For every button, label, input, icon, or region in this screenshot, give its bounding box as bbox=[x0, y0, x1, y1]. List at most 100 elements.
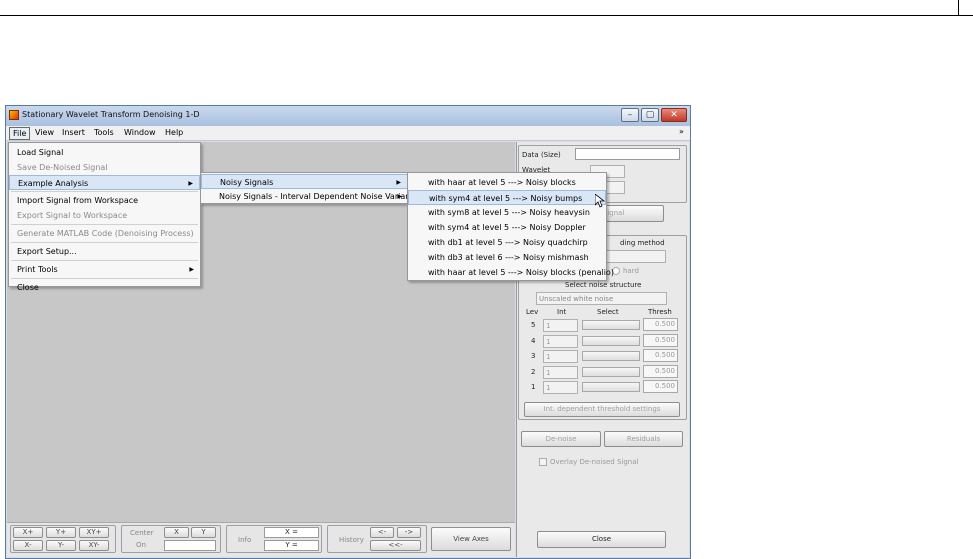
close-window-button[interactable]: ✕ bbox=[661, 108, 687, 122]
on-label: On bbox=[136, 541, 146, 549]
overlay-label: Overlay De-noised Signal bbox=[550, 458, 639, 466]
menu-file[interactable]: File bbox=[9, 127, 31, 140]
data-size-field bbox=[575, 148, 680, 160]
denoise-button[interactable]: De-noise bbox=[521, 431, 601, 447]
menu-insert[interactable]: Insert bbox=[59, 127, 88, 140]
menu-separator bbox=[11, 242, 198, 243]
menu-example-analysis[interactable]: Example Analysis ▶ bbox=[9, 175, 200, 190]
page-corner-rule bbox=[958, 0, 959, 15]
info-x-field: X = bbox=[264, 527, 319, 538]
menu-example-haar-blocks-penalio[interactable]: with haar at level 5 ---> Noisy blocks (… bbox=[408, 265, 614, 280]
menu-separator bbox=[11, 260, 198, 261]
close-button[interactable]: Close bbox=[537, 531, 666, 548]
menu-example-sym4-doppler[interactable]: with sym4 at level 5 ---> Noisy Doppler bbox=[408, 220, 606, 235]
menu-example-analysis-label: Example Analysis bbox=[18, 179, 89, 188]
interval-select[interactable]: 1 bbox=[543, 381, 578, 394]
menu-window[interactable]: Window bbox=[121, 127, 159, 140]
menu-example-db3-mishmash[interactable]: with db3 at level 6 ---> Noisy mishmash bbox=[408, 250, 606, 265]
menu-example-sym4-bumps[interactable]: with sym4 at level 5 ---> Noisy bumps bbox=[408, 190, 606, 205]
history-back-button[interactable]: <- bbox=[370, 527, 394, 538]
menu-close[interactable]: Close bbox=[9, 280, 200, 295]
submenu-arrow-icon: ▶ bbox=[189, 266, 194, 273]
menu-tools[interactable]: Tools bbox=[91, 127, 117, 140]
thresholding-method-select[interactable] bbox=[600, 250, 666, 263]
menu-separator bbox=[11, 224, 198, 225]
zoom-xy-minus-button[interactable]: XY- bbox=[79, 540, 109, 551]
thresholding-method-label: ding method bbox=[620, 239, 665, 247]
page-top-rule bbox=[0, 15, 973, 16]
level-number: 5 bbox=[531, 321, 536, 329]
menu-load-signal[interactable]: Load Signal bbox=[9, 145, 200, 160]
menu-import-signal[interactable]: Import Signal from Workspace bbox=[9, 193, 200, 208]
menu-noisy-signals[interactable]: Noisy Signals ▶ bbox=[201, 174, 408, 189]
history-label: History bbox=[339, 536, 364, 544]
residuals-button[interactable]: Residuals bbox=[604, 431, 683, 447]
hard-label: hard bbox=[623, 267, 639, 275]
menu-example-haar-blocks[interactable]: with haar at level 5 ---> Noisy blocks bbox=[408, 175, 606, 190]
zoom-x-minus-button[interactable]: X- bbox=[13, 540, 43, 551]
menu-noisy-signals-interval[interactable]: Noisy Signals - Interval Dependent Noise… bbox=[201, 189, 420, 204]
threshold-slider[interactable] bbox=[582, 367, 640, 377]
interval-select[interactable]: 1 bbox=[543, 335, 578, 348]
threshold-slider[interactable] bbox=[582, 351, 640, 361]
menu-overflow-icon[interactable]: » bbox=[679, 127, 684, 136]
zoom-y-plus-button[interactable]: Y+ bbox=[46, 527, 76, 538]
view-axes-button[interactable]: View Axes bbox=[431, 527, 511, 551]
center-label: Center bbox=[130, 529, 154, 537]
noise-structure-label: Select noise structure bbox=[565, 281, 642, 289]
interval-select[interactable]: 1 bbox=[543, 366, 578, 379]
center-y-button[interactable]: Y bbox=[191, 527, 216, 538]
level-number: 4 bbox=[531, 337, 536, 345]
zoom-x-plus-button[interactable]: X+ bbox=[13, 527, 43, 538]
submenu-arrow-icon: ▶ bbox=[396, 179, 401, 186]
menu-print-tools[interactable]: Print Tools ▶ bbox=[9, 262, 200, 277]
menu-generate-code[interactable]: Generate MATLAB Code (Denoising Process) bbox=[9, 226, 200, 241]
thresh-header: Thresh bbox=[648, 308, 672, 316]
file-menu-dropdown: Load Signal Save De-Noised Signal Exampl… bbox=[8, 142, 201, 292]
history-forward-button[interactable]: -> bbox=[397, 527, 421, 538]
threshold-slider[interactable] bbox=[582, 382, 640, 392]
threshold-value[interactable]: 0.500 bbox=[643, 334, 678, 347]
int-header: Int bbox=[557, 308, 567, 316]
level-number: 2 bbox=[531, 368, 536, 376]
mouse-cursor-icon bbox=[595, 194, 605, 208]
level-number: 1 bbox=[531, 383, 536, 391]
threshold-value[interactable]: 0.500 bbox=[643, 365, 678, 378]
maximize-button[interactable]: ▢ bbox=[641, 108, 659, 122]
menu-noisy-signals-interval-label: Noisy Signals - Interval Dependent Noise… bbox=[219, 192, 420, 201]
zoom-y-minus-button[interactable]: Y- bbox=[46, 540, 76, 551]
menu-view[interactable]: View bbox=[32, 127, 57, 140]
zoom-xy-plus-button[interactable]: XY+ bbox=[79, 527, 109, 538]
menu-example-db1-quadchirp[interactable]: with db1 at level 5 ---> Noisy quadchirp bbox=[408, 235, 606, 250]
lev-header: Lev bbox=[526, 308, 539, 316]
interval-select[interactable]: 1 bbox=[543, 319, 578, 332]
threshold-value[interactable]: 0.500 bbox=[643, 349, 678, 362]
submenu-arrow-icon: ▶ bbox=[188, 180, 193, 187]
overlay-checkbox[interactable] bbox=[539, 458, 547, 466]
menu-separator bbox=[11, 278, 198, 279]
interval-select[interactable]: 1 bbox=[543, 350, 578, 363]
submenu-arrow-icon: ▶ bbox=[397, 193, 402, 200]
center-x-button[interactable]: X bbox=[164, 527, 189, 538]
data-size-label: Data (Size) bbox=[522, 151, 561, 159]
window-title: Stationary Wavelet Transform Denoising 1… bbox=[22, 110, 200, 119]
history-first-button[interactable]: <<- bbox=[370, 540, 421, 551]
menu-export-signal[interactable]: Export Signal to Workspace bbox=[9, 208, 200, 223]
threshold-value[interactable]: 0.500 bbox=[643, 380, 678, 393]
menu-export-setup[interactable]: Export Setup... bbox=[9, 244, 200, 259]
menu-help[interactable]: Help bbox=[162, 127, 186, 140]
info-label: Info bbox=[238, 536, 252, 544]
info-y-field: Y = bbox=[264, 540, 319, 551]
level-number: 3 bbox=[531, 352, 536, 360]
threshold-slider[interactable] bbox=[582, 320, 640, 330]
menu-print-tools-label: Print Tools bbox=[17, 265, 58, 274]
select-header: Select bbox=[597, 308, 619, 316]
menu-example-sym8-heavysin[interactable]: with sym8 at level 5 ---> Noisy heavysin bbox=[408, 205, 606, 220]
threshold-value[interactable]: 0.500 bbox=[643, 318, 678, 331]
menu-save-denoised-signal[interactable]: Save De-Noised Signal bbox=[9, 160, 200, 175]
menu-noisy-signals-label: Noisy Signals bbox=[220, 178, 274, 187]
int-dependent-threshold-button[interactable]: Int. dependent threshold settings bbox=[524, 402, 680, 417]
noise-structure-select[interactable]: Unscaled white noise bbox=[536, 292, 667, 305]
minimize-button[interactable]: – bbox=[621, 108, 639, 122]
threshold-slider[interactable] bbox=[582, 336, 640, 346]
